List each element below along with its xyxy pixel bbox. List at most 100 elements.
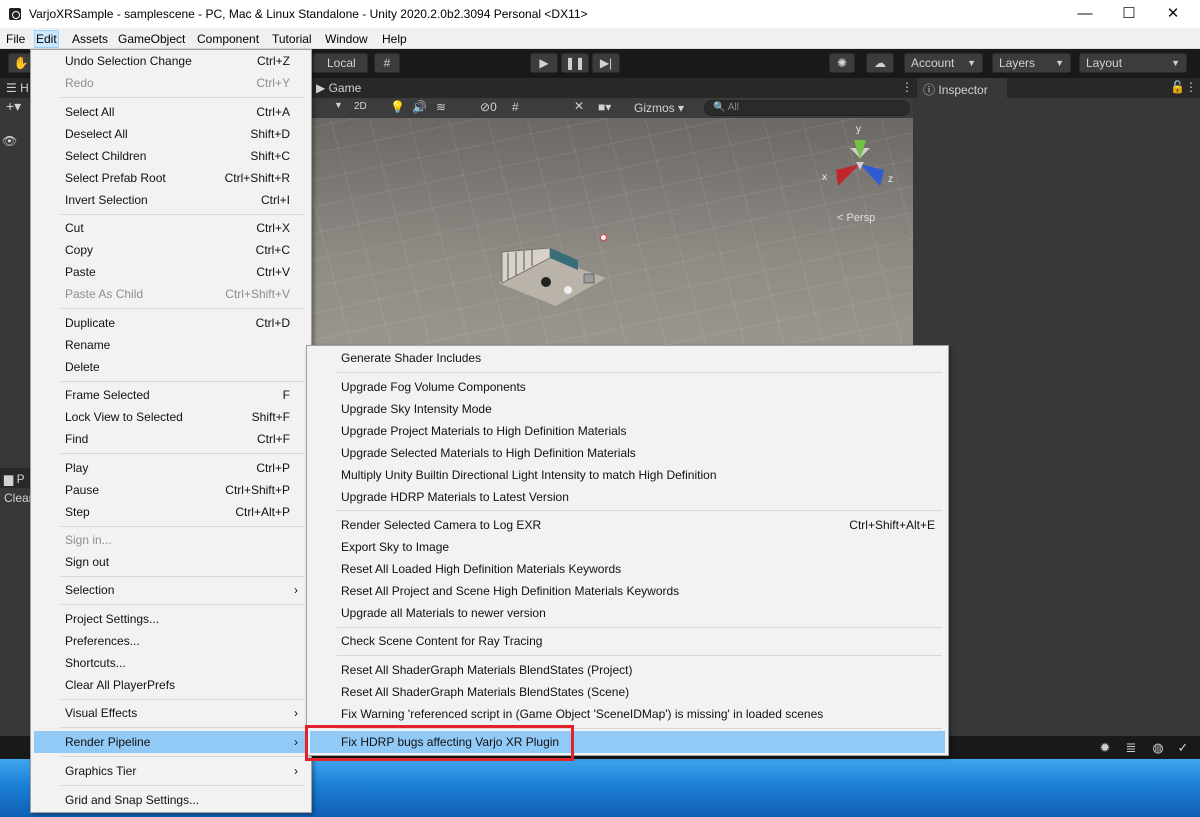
tab-inspector[interactable]: ⓘ Inspector [923,81,988,98]
tools-icon[interactable]: ✕ [574,99,584,113]
check-icon[interactable]: ✓ [1175,740,1191,756]
chevron-down-icon: ▼ [1055,58,1064,68]
audio-icon[interactable]: 🔊 [412,100,427,114]
menu-item-select-children[interactable]: Select Children Shift+C [34,145,308,167]
chevron-down-icon[interactable]: ▼ [334,100,343,110]
menu-item-rename[interactable]: Rename [34,334,308,356]
chevron-down-icon: ▼ [1171,58,1180,68]
persp-label[interactable]: < Persp [837,212,875,224]
menu-item-upgrade-selected-materials[interactable]: Upgrade Selected Materials to High Defin… [310,442,945,464]
layers-dropdown[interactable]: Layers ▼ [992,53,1071,73]
menu-item-multiply-light-intensity[interactable]: Multiply Unity Builtin Directional Light… [310,464,945,486]
menu-item-preferences[interactable]: Preferences... [34,630,308,652]
menu-item-graphics-tier[interactable]: Graphics Tier › [34,760,308,782]
menu-window[interactable]: Window [324,30,369,48]
menu-item-reset-blendstates-project[interactable]: Reset All ShaderGraph Materials BlendSta… [310,659,945,681]
menu-item-clear-playerprefs[interactable]: Clear All PlayerPrefs [34,674,308,696]
tab-hierarchy[interactable]: ☰ H [6,81,29,95]
effects-icon[interactable]: ≋ [436,100,446,114]
console-clear-button[interactable]: Clear [4,491,33,505]
menu-item-deselect-all[interactable]: Deselect All Shift+D [34,123,308,145]
menu-item-check-ray-tracing[interactable]: Check Scene Content for Ray Tracing [310,630,945,652]
menu-item-pause[interactable]: Pause Ctrl+Shift+P [34,479,308,501]
menu-item-copy[interactable]: Copy Ctrl+C [34,239,308,261]
menu-item-render-camera-exr[interactable]: Render Selected Camera to Log EXR Ctrl+Sh… [310,514,945,536]
menu-item-reset-project-keywords[interactable]: Reset All Project and Scene High Definit… [310,580,945,602]
cloud-icon[interactable]: ☁ [866,53,894,73]
panel-menu-icon[interactable]: ⋮ [901,80,913,94]
maximize-button[interactable]: ☐ [1106,0,1152,28]
ghost-icon[interactable]: ◍ [1150,740,1166,756]
menu-tutorial[interactable]: Tutorial [271,30,313,48]
menu-item-grid-snap-settings[interactable]: Grid and Snap Settings... [34,789,308,811]
menu-item-shortcuts[interactable]: Shortcuts... [34,652,308,674]
camera-icon[interactable]: ■▾ [598,100,611,114]
menu-item-select-prefab-root[interactable]: Select Prefab Root Ctrl+Shift+R [34,167,308,189]
pivot-rotation-toggle[interactable]: Local [312,53,368,73]
layout-dropdown[interactable]: Layout ▼ [1079,53,1187,73]
minimize-button[interactable]: — [1062,0,1108,28]
pause-button[interactable]: ❚❚ [561,53,589,73]
menu-item-delete[interactable]: Delete [34,356,308,378]
grid-icon[interactable]: # [512,100,519,114]
add-object-icon[interactable]: +▾ [6,98,21,115]
menu-item-selection[interactable]: Selection › [34,579,308,601]
menu-gameobject[interactable]: GameObject [117,30,186,48]
eye-icon[interactable]: 👁 [2,134,17,148]
menu-item-upgrade-hdrp-materials[interactable]: Upgrade HDRP Materials to Latest Version [310,486,945,508]
menu-item-upgrade-fog-volume[interactable]: Upgrade Fog Volume Components [310,376,945,398]
menu-item-redo[interactable]: Redo Ctrl+Y [34,72,308,94]
bug-icon[interactable]: ✹ [1097,740,1113,756]
menu-item-lock-view[interactable]: Lock View to Selected Shift+F [34,406,308,428]
menu-item-visual-effects[interactable]: Visual Effects › [34,702,308,724]
inspector-panel: ⓘ Inspector 🔓⋮ [913,78,1200,736]
menu-help[interactable]: Help [381,30,408,48]
menu-item-cut[interactable]: Cut Ctrl+X [34,217,308,239]
menu-item-reset-blendstates-scene[interactable]: Reset All ShaderGraph Materials BlendSta… [310,681,945,703]
menu-item-upgrade-sky-intensity[interactable]: Upgrade Sky Intensity Mode [310,398,945,420]
search-input[interactable]: 🔍 All [704,100,910,116]
grid-snap-icon[interactable]: # [374,53,400,73]
menu-item-paste[interactable]: Paste Ctrl+V [34,261,308,283]
tab-project[interactable]: ▆ P [4,472,25,486]
menu-item-project-settings[interactable]: Project Settings... [34,608,308,630]
step-button[interactable]: ▶| [592,53,620,73]
menu-item-upgrade-all-materials[interactable]: Upgrade all Materials to newer version [310,602,945,624]
lock-icon[interactable]: 🔓⋮ [1170,80,1197,94]
menu-item-select-all[interactable]: Select All Ctrl+A [34,101,308,123]
menu-item-play[interactable]: Play Ctrl+P [34,457,308,479]
gizmos-dropdown[interactable]: Gizmos ▾ [634,101,684,115]
stack-icon[interactable]: ≣ [1123,740,1139,756]
menu-item-undo[interactable]: Undo Selection Change Ctrl+Z [34,50,308,72]
menu-item-upgrade-project-materials[interactable]: Upgrade Project Materials to High Defini… [310,420,945,442]
menu-file[interactable]: File [5,30,26,48]
scene-view[interactable]: y x z < Persp [312,118,913,346]
room-model[interactable] [498,248,608,308]
menu-item-step[interactable]: Step Ctrl+Alt+P [34,501,308,523]
menu-item-render-pipeline[interactable]: Render Pipeline › [34,731,308,753]
menu-edit[interactable]: Edit [34,30,59,48]
tab-game[interactable]: ▶ Game [316,81,361,95]
scene-orientation-gizmo[interactable]: y x z [820,122,900,202]
menu-item-sign-in[interactable]: Sign in... [34,529,308,551]
visibility-icon[interactable]: ⊘0 [480,100,497,114]
menu-component[interactable]: Component [196,30,260,48]
menu-item-reset-loaded-keywords[interactable]: Reset All Loaded High Definition Materia… [310,558,945,580]
menu-item-paste-as-child[interactable]: Paste As Child Ctrl+Shift+V [34,283,308,305]
menu-item-fix-sceneidmap-warning[interactable]: Fix Warning 'referenced script in (Game … [310,703,945,725]
menu-item-find[interactable]: Find Ctrl+F [34,428,308,450]
menu-item-invert-selection[interactable]: Invert Selection Ctrl+I [34,189,308,211]
menu-assets[interactable]: Assets [71,30,109,48]
toggle-2d-button[interactable]: 2D [354,101,367,112]
collab-icon[interactable]: ✺ [829,53,855,73]
lighting-icon[interactable]: 💡 [390,100,405,114]
menu-item-generate-shader-includes[interactable]: Generate Shader Includes [310,347,945,369]
menu-item-export-sky[interactable]: Export Sky to Image [310,536,945,558]
menu-item-frame-selected[interactable]: Frame Selected F [34,384,308,406]
account-dropdown[interactable]: Account ▼ [904,53,983,73]
menu-item-duplicate[interactable]: Duplicate Ctrl+D [34,312,308,334]
play-button[interactable]: ▶ [530,53,558,73]
close-button[interactable]: ✕ [1150,0,1196,28]
menu-item-sign-out[interactable]: Sign out [34,551,308,573]
light-gizmo[interactable] [600,234,607,241]
